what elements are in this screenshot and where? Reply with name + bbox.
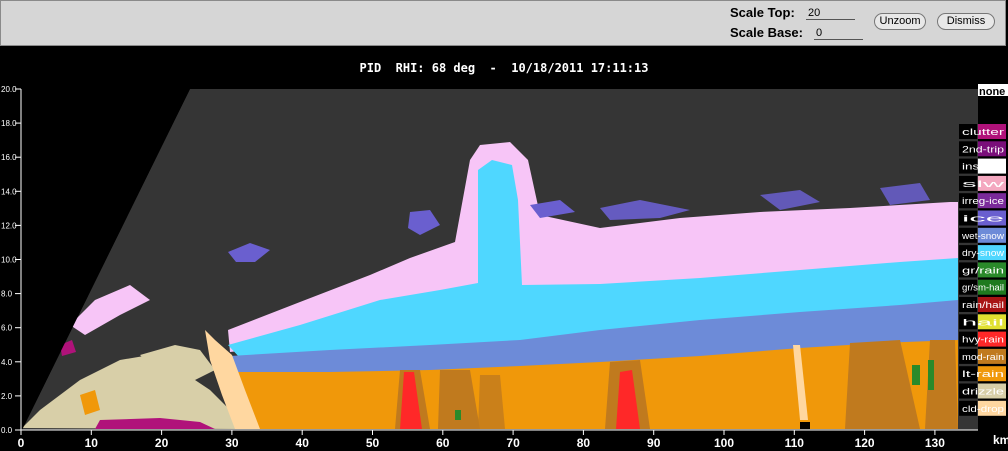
legend-item: drizzle [959, 383, 1006, 399]
legend-label: mod-rain [962, 352, 1004, 362]
legend-item: cld-drop [959, 400, 1006, 416]
legend-item: gr/rain [959, 262, 1006, 278]
x-tick-label: 30 [225, 436, 239, 450]
legend-item: rain/hail [959, 297, 1006, 312]
radar-field [22, 89, 978, 430]
legend-item: mod-rain [959, 348, 1006, 364]
legend-label: insects [962, 162, 1005, 172]
legend-item: ice [959, 210, 1006, 226]
legend-label: gr/sm-hail [962, 283, 1004, 293]
legend-label: hvy-rain [962, 335, 1004, 345]
y-tick-label: 14.0 [1, 187, 17, 196]
legend-item: slw [959, 175, 1006, 191]
y-tick-label: 4.0 [1, 358, 13, 367]
legend-item: hvy-rain [959, 331, 1006, 347]
y-tick-label: 18.0 [1, 119, 17, 128]
x-tick-label: 80 [577, 436, 591, 450]
rhi-plot: 0.02.04.06.08.010.012.014.016.018.020.0 … [1, 84, 1008, 450]
x-unit-label: km [993, 433, 1008, 447]
legend-label: lt-rain [962, 369, 1004, 379]
x-tick-label: 10 [85, 436, 99, 450]
x-tick-label: 110 [785, 436, 805, 450]
legend-item: wet-snow [959, 227, 1006, 243]
x-tick-label: 90 [647, 436, 661, 450]
x-tick-label: 0 [18, 436, 25, 450]
legend-item: gr/sm-hail [959, 279, 1006, 295]
legend-item: hail [959, 314, 1006, 330]
y-tick-label: 2.0 [1, 392, 13, 401]
x-tick-label: 70 [506, 436, 520, 450]
x-tick-label: 100 [714, 436, 734, 450]
legend-header: none [979, 86, 1005, 98]
y-tick-label: 12.0 [1, 221, 17, 230]
y-tick-label: 8.0 [1, 290, 13, 299]
x-tick-label: 120 [855, 436, 875, 450]
legend-item: lt-rain [959, 366, 1006, 382]
legend-item: 2nd-trip [959, 141, 1006, 157]
legend-label: slw [962, 179, 1006, 189]
legend-label: hail [962, 317, 1004, 327]
legend-label: gr/rain [962, 265, 1004, 275]
y-tick-label: 20.0 [1, 85, 17, 94]
legend-label: 2nd-trip [962, 144, 1004, 154]
legend-label: rain/hail [962, 300, 1004, 310]
legend-label: dry-snow [962, 248, 1005, 258]
y-tick-label: 16.0 [1, 153, 17, 162]
legend-item: insects [959, 158, 1006, 174]
x-tick-label: 40 [296, 436, 310, 450]
legend-label: ice [962, 214, 1004, 224]
x-tick-label: 60 [436, 436, 450, 450]
x-tick-label: 50 [366, 436, 380, 450]
x-tick-label: 20 [155, 436, 169, 450]
y-tick-label: 0.0 [1, 426, 13, 435]
legend-item: dry-snow [959, 245, 1006, 261]
legend-label: irreg-ice [962, 196, 1004, 206]
legend-item: irreg-ice [959, 193, 1006, 209]
x-tick-label: 130 [925, 436, 945, 450]
legend-item: clutter [959, 124, 1006, 139]
legend-label: wet-snow [961, 231, 1005, 241]
legend-label: cld-drop [962, 404, 1004, 414]
legend-label: clutter [962, 127, 1004, 137]
y-tick-label: 6.0 [1, 324, 13, 333]
y-tick-label: 10.0 [1, 256, 17, 265]
legend-label: drizzle [962, 387, 1004, 397]
